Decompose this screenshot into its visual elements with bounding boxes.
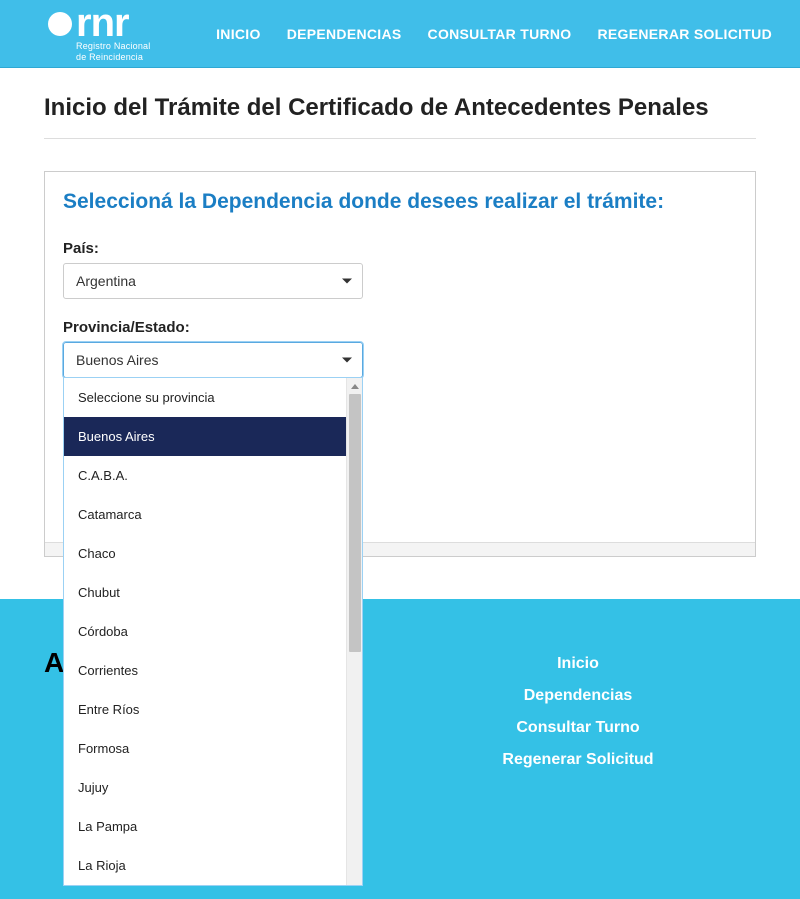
- site-header: rnr Registro Nacional de Reincidencia IN…: [0, 0, 800, 68]
- footer-link-regenerar-solicitud[interactable]: Regenerar Solicitud: [502, 751, 653, 769]
- provincia-dropdown-list: Seleccione su provinciaBuenos AiresC.A.B…: [64, 378, 346, 885]
- provincia-select[interactable]: Buenos Aires: [63, 342, 363, 378]
- footer-link-dependencias[interactable]: Dependencias: [524, 687, 632, 705]
- provincia-option[interactable]: Chaco: [64, 534, 346, 573]
- footer-link-consultar-turno[interactable]: Consultar Turno: [516, 719, 639, 737]
- provincia-option[interactable]: La Pampa: [64, 807, 346, 846]
- main-content: Inicio del Trámite del Certificado de An…: [0, 68, 800, 557]
- provincia-option[interactable]: Seleccione su provincia: [64, 378, 346, 417]
- pais-select-value: Argentina: [76, 273, 136, 289]
- provincia-option[interactable]: Formosa: [64, 729, 346, 768]
- logo-circle-icon: [48, 12, 72, 36]
- provincia-option[interactable]: Corrientes: [64, 651, 346, 690]
- nav-inicio[interactable]: INICIO: [216, 26, 261, 42]
- pais-label: País:: [63, 240, 737, 257]
- page-title: Inicio del Trámite del Certificado de An…: [44, 94, 756, 138]
- provincia-label: Provincia/Estado:: [63, 319, 737, 336]
- scrollbar-thumb[interactable]: [349, 394, 361, 652]
- logo-subtitle-line2: de Reincidencia: [76, 53, 150, 62]
- provincia-dropdown: Seleccione su provinciaBuenos AiresC.A.B…: [63, 377, 363, 886]
- provincia-option[interactable]: Buenos Aires: [64, 417, 346, 456]
- footer-links: Inicio Dependencias Consultar Turno Rege…: [400, 647, 756, 851]
- nav-regenerar-solicitud[interactable]: REGENERAR SOLICITUD: [598, 26, 773, 42]
- footer-link-inicio[interactable]: Inicio: [557, 655, 599, 673]
- logo-text: rnr: [76, 6, 150, 40]
- provincia-option[interactable]: La Rioja: [64, 846, 346, 885]
- panel-title: Seleccioná la Dependencia donde desees r…: [63, 190, 737, 214]
- provincia-field: Provincia/Estado: Buenos Aires Seleccion…: [63, 319, 737, 378]
- nav-dependencias[interactable]: DEPENDENCIAS: [287, 26, 402, 42]
- chevron-down-icon: [342, 358, 352, 363]
- scrollbar-arrow-up-icon[interactable]: [347, 378, 362, 394]
- logo[interactable]: rnr Registro Nacional de Reincidencia: [48, 6, 150, 62]
- chevron-down-icon: [342, 279, 352, 284]
- logo-subtitle-line1: Registro Nacional: [76, 42, 150, 51]
- provincia-option[interactable]: Chubut: [64, 573, 346, 612]
- provincia-option[interactable]: Entre Ríos: [64, 690, 346, 729]
- pais-field: País: Argentina: [63, 240, 737, 299]
- provincia-option[interactable]: C.A.B.A.: [64, 456, 346, 495]
- provincia-option[interactable]: Córdoba: [64, 612, 346, 651]
- nav-consultar-turno[interactable]: CONSULTAR TURNO: [428, 26, 572, 42]
- dropdown-scrollbar[interactable]: [346, 378, 362, 885]
- provincia-select-value: Buenos Aires: [76, 352, 159, 368]
- pais-select[interactable]: Argentina: [63, 263, 363, 299]
- provincia-option[interactable]: Jujuy: [64, 768, 346, 807]
- title-divider: [44, 138, 756, 139]
- dependencia-panel: Seleccioná la Dependencia donde desees r…: [44, 171, 756, 557]
- provincia-option[interactable]: Catamarca: [64, 495, 346, 534]
- main-nav: INICIO DEPENDENCIAS CONSULTAR TURNO REGE…: [216, 26, 772, 42]
